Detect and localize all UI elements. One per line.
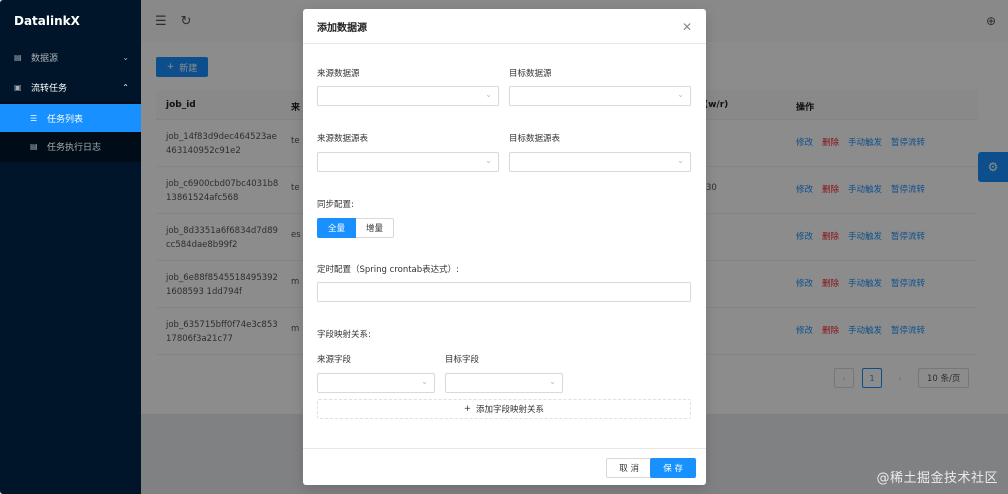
source-datasource-select[interactable]: ⌄ bbox=[317, 86, 499, 106]
close-icon[interactable]: ✕ bbox=[682, 20, 692, 34]
sidebar-item-label: 任务列表 bbox=[47, 114, 84, 125]
plus-icon: + bbox=[463, 404, 472, 414]
sidebar-item-task-log[interactable]: ▤ 任务执行日志 bbox=[0, 132, 141, 160]
add-datasource-modal: 添加数据源 ✕ 来源数据源 目标数据源 ⌄ ⌄ 来源数据源表 目标数据源表 ⌄ … bbox=[303, 9, 706, 485]
database-icon: ▤ bbox=[14, 52, 22, 62]
task-icon: ▣ bbox=[14, 82, 22, 92]
source-datasource-label: 来源数据源 bbox=[317, 69, 360, 79]
sync-mode-radio-group: 全量 增量 bbox=[317, 218, 395, 238]
chevron-down-icon: ⌄ bbox=[421, 377, 428, 386]
sync-incremental-radio[interactable]: 增量 bbox=[356, 218, 395, 238]
chevron-down-icon: ⌄ bbox=[122, 52, 129, 62]
brand-logo: DatalinkX bbox=[14, 14, 80, 28]
source-table-select[interactable]: ⌄ bbox=[317, 152, 499, 172]
chevron-down-icon: ⌄ bbox=[485, 156, 492, 165]
sidebar-item-label: 数据源 bbox=[31, 53, 59, 64]
chevron-down-icon: ⌄ bbox=[549, 377, 556, 386]
sidebar-item-task-list[interactable]: ☰ 任务列表 bbox=[0, 104, 141, 132]
log-icon: ▤ bbox=[30, 141, 38, 151]
sidebar: DatalinkX ▤ 数据源 ⌄ ▣ 流转任务 ⌃ ☰ 任务列表 ▤ 任务执行… bbox=[0, 0, 141, 494]
target-datasource-label: 目标数据源 bbox=[509, 69, 552, 79]
field-mapping-label: 字段映射关系: bbox=[317, 330, 371, 340]
source-table-label: 来源数据源表 bbox=[317, 134, 369, 144]
chevron-down-icon: ⌄ bbox=[677, 90, 684, 99]
chevron-down-icon: ⌄ bbox=[677, 156, 684, 165]
target-table-select[interactable]: ⌄ bbox=[509, 152, 691, 172]
source-field-select[interactable]: ⌄ bbox=[317, 373, 435, 393]
sync-full-radio[interactable]: 全量 bbox=[317, 218, 357, 238]
sync-config-label: 同步配置: bbox=[317, 200, 354, 210]
target-datasource-select[interactable]: ⌄ bbox=[509, 86, 691, 106]
sidebar-item-tasks[interactable]: ▣ 流转任务 ⌃ bbox=[0, 72, 141, 102]
cron-config-label: 定时配置（Spring crontab表达式）: bbox=[317, 265, 460, 275]
add-field-mapping-button[interactable]: + 添加字段映射关系 bbox=[317, 399, 691, 419]
cron-expression-input[interactable] bbox=[317, 282, 691, 302]
sidebar-item-label: 任务执行日志 bbox=[47, 142, 102, 153]
sidebar-item-datasource[interactable]: ▤ 数据源 ⌄ bbox=[0, 42, 141, 72]
list-icon: ☰ bbox=[30, 113, 38, 123]
modal-footer: 取 消 保 存 bbox=[303, 448, 706, 485]
modal-title: 添加数据源 bbox=[303, 9, 706, 44]
target-field-select[interactable]: ⌄ bbox=[445, 373, 563, 393]
sidebar-item-label: 流转任务 bbox=[31, 83, 68, 94]
sidebar-submenu: ☰ 任务列表 ▤ 任务执行日志 bbox=[0, 102, 141, 162]
cancel-button[interactable]: 取 消 bbox=[606, 458, 652, 478]
target-field-label: 目标字段 bbox=[445, 355, 480, 365]
target-table-label: 目标数据源表 bbox=[509, 134, 561, 144]
save-button[interactable]: 保 存 bbox=[650, 458, 696, 478]
chevron-up-icon: ⌃ bbox=[122, 82, 129, 92]
source-field-label: 来源字段 bbox=[317, 355, 352, 365]
watermark: @稀土掘金技术社区 bbox=[876, 471, 998, 486]
chevron-down-icon: ⌄ bbox=[485, 90, 492, 99]
